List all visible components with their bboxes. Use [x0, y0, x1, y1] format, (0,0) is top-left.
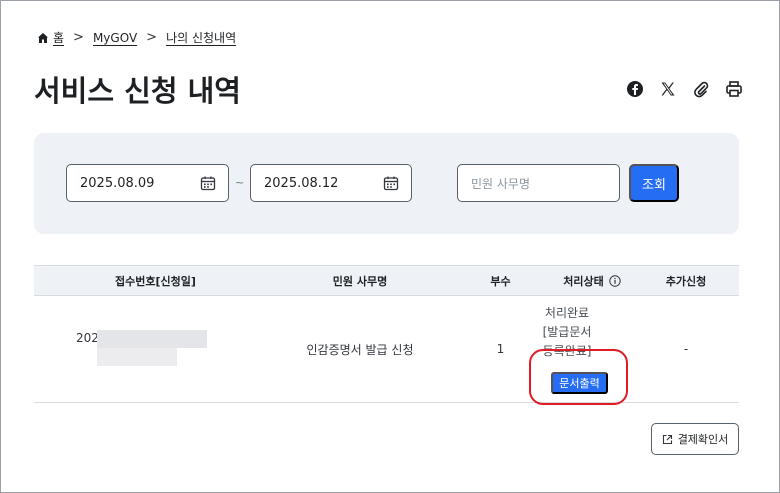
- end-date-value: 2025.08.12: [264, 175, 339, 191]
- payment-receipt-label: 결제확인서: [677, 434, 729, 446]
- breadcrumb-separator: >: [73, 30, 84, 45]
- start-date-input[interactable]: 2025.08.09: [66, 164, 229, 202]
- table-row: 202 인감증명서 발급 신청 1 처리완료 [발급문서 등록완료] 문서출력 …: [34, 296, 739, 405]
- external-link-icon: [662, 434, 672, 444]
- breadcrumb-home[interactable]: 홈: [53, 29, 64, 46]
- date-range-separator: ~: [235, 176, 245, 189]
- redacted-blur: [97, 330, 207, 348]
- search-panel: 2025.08.09 ~ 2025.08.12 민원 사무명 조회: [34, 133, 739, 234]
- applications-table: 접수번호[신청일] 민원 사무명 부수 처리상태 추가신청 202 인감증명서 …: [34, 265, 739, 405]
- breadcrumb-my-applications[interactable]: 나의 신청내역: [166, 29, 236, 46]
- share-toolbar: [626, 80, 743, 98]
- info-icon[interactable]: [609, 275, 621, 287]
- search-button[interactable]: 조회: [629, 164, 679, 202]
- column-header-service-name: 민원 사무명: [332, 275, 388, 288]
- redacted-blur: [97, 348, 177, 366]
- paperclip-icon[interactable]: [692, 80, 710, 98]
- receipt-number: 202: [76, 331, 99, 345]
- facebook-icon[interactable]: [626, 80, 644, 98]
- payment-receipt-button[interactable]: 결제확인서: [651, 423, 739, 455]
- printer-icon[interactable]: [725, 80, 743, 98]
- start-date-value: 2025.08.09: [80, 175, 155, 191]
- status-header-label: 처리상태: [563, 275, 604, 288]
- service-name: 인감증명서 발급 신청: [306, 342, 414, 357]
- calendar-icon[interactable]: [383, 175, 399, 191]
- highlight-annotation: [529, 349, 628, 405]
- service-name-input[interactable]: 민원 사무명: [457, 164, 620, 202]
- service-name-placeholder: 민원 사무명: [471, 176, 531, 191]
- calendar-icon[interactable]: [200, 175, 216, 191]
- status-line: 처리완료: [544, 306, 590, 320]
- end-date-input[interactable]: 2025.08.12: [250, 164, 412, 202]
- home-icon: [38, 32, 48, 43]
- breadcrumb: 홈 > MyGOV > 나의 신청내역: [37, 29, 236, 46]
- column-header-status: 처리상태: [537, 266, 647, 296]
- extra-request: -: [683, 342, 689, 356]
- x-icon[interactable]: [659, 80, 677, 98]
- status-line: [발급문서: [542, 325, 592, 339]
- table-header: 접수번호[신청일] 민원 사무명 부수 처리상태 추가신청: [34, 265, 739, 296]
- column-header-copies: 부수: [490, 275, 511, 288]
- column-header-extra: 추가신청: [665, 275, 707, 288]
- column-header-receipt-no: 접수번호[신청일]: [115, 275, 196, 288]
- breadcrumb-separator: >: [146, 30, 158, 45]
- page-title: 서비스 신청 내역: [34, 74, 241, 108]
- breadcrumb-mygov[interactable]: MyGOV: [93, 31, 137, 45]
